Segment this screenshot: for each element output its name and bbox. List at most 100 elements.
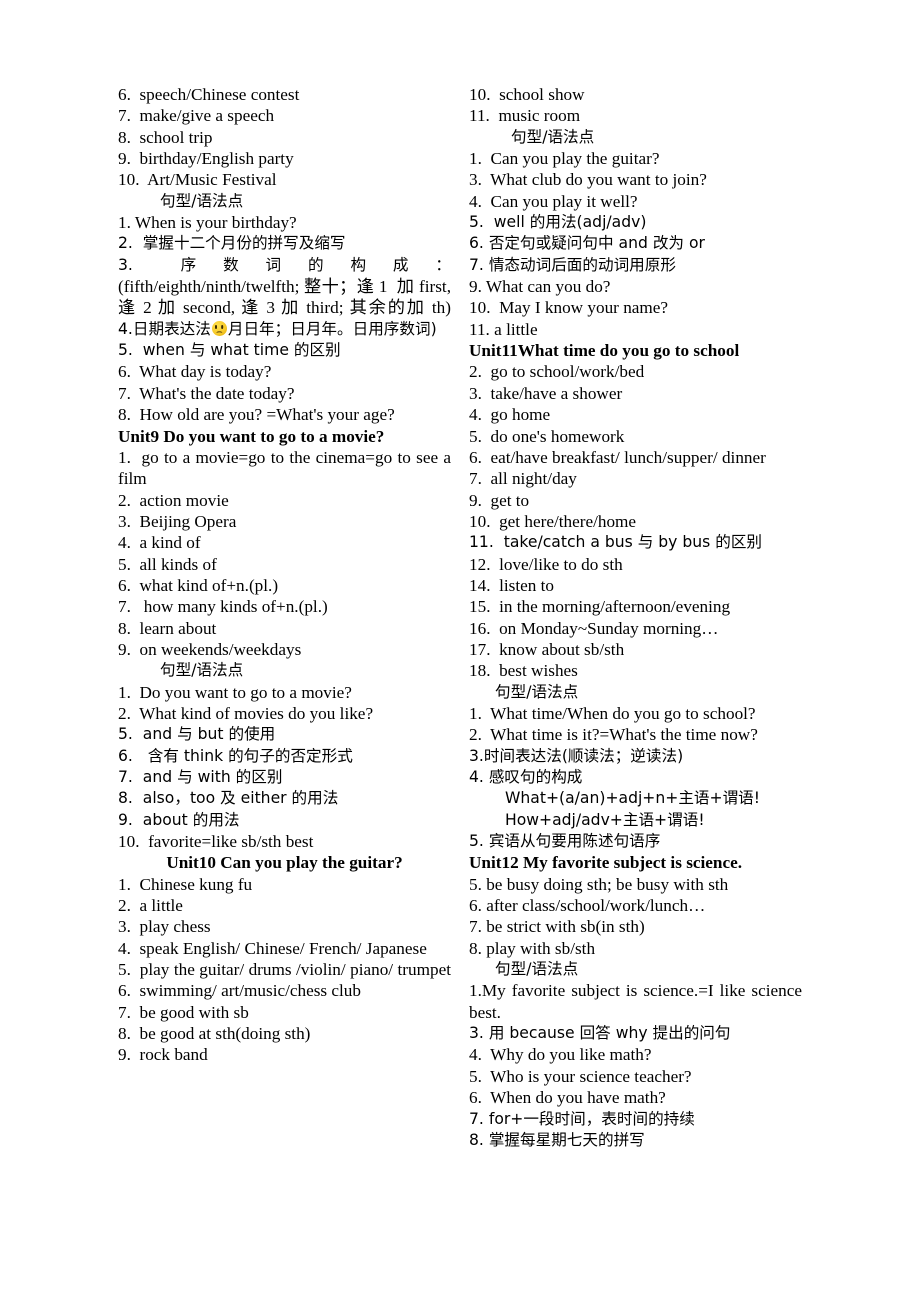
exclamation-pattern-how: How+adj/adv+主语+谓语! [505, 810, 705, 829]
list-item: 7. make/give a speech [118, 106, 275, 126]
list-item: 16. on Monday~Sunday morning… [469, 618, 719, 638]
list-item: 17. know about sb/sth [469, 639, 625, 659]
list-item: 4. Can you play it well? [469, 191, 638, 211]
list-item: 5. be busy doing sth; be busy with sth [469, 874, 729, 894]
date-rule-prefix: 4.日期表达法 [118, 319, 211, 338]
list-item: 7. 情态动词后面的动词用原形 [469, 255, 676, 274]
list-item: 4. speak English/ Chinese/ French/ Japan… [118, 938, 427, 958]
date-rule-suffix: 月日年；日月年。日用序数词) [227, 319, 437, 338]
list-item: 3. take/have a shower [469, 383, 623, 403]
list-item: 4. a kind of [118, 533, 201, 553]
list-item: 1. When is your birthday? [118, 213, 297, 233]
list-item: 11. music room [469, 106, 581, 126]
list-item: 18. best wishes [469, 661, 578, 681]
list-item: 5. all kinds of [118, 554, 217, 574]
grammar-section-label: 句型/语法点 [495, 682, 579, 701]
grammar-section-label: 句型/语法点 [160, 191, 244, 210]
list-item: 11. take/catch a bus 与 by bus 的区别 [469, 533, 763, 552]
list-item: 6. speech/Chinese contest [118, 85, 300, 104]
list-item: 14. listen to [469, 575, 554, 595]
list-item: 10. May I know your name? [469, 298, 669, 318]
unit10-heading: Unit10 Can you play the guitar? [166, 853, 403, 873]
list-item: 9. on weekends/weekdays [118, 639, 302, 659]
list-item: 7. for+一段时间，表时间的持续 [469, 1109, 695, 1128]
list-item: 3. Beijing Opera [118, 511, 237, 531]
list-item: 8. play with sb/sth [469, 938, 596, 958]
list-item: 3. play chess [118, 917, 211, 937]
list-item: 10. get here/there/home [469, 511, 637, 531]
list-item: 3. What club do you want to join? [469, 170, 707, 190]
unit9-heading: Unit9 Do you want to go to a movie? [118, 426, 385, 446]
list-item: 2. action movie [118, 490, 229, 510]
list-item: 9. get to [469, 490, 530, 510]
list-item: 8. also，too 及 either 的用法 [118, 789, 339, 808]
date-rule-line: 4.日期表达法 月日年；日月年。日用序数词) [118, 319, 451, 340]
list-item: 3.时间表达法(顺读法；逆读法) [469, 746, 684, 765]
list-item: 5. Who is your science teacher? [469, 1066, 692, 1086]
list-item: 4. Why do you like math? [469, 1045, 652, 1065]
list-item: 1. What time/When do you go to school? [469, 703, 756, 723]
list-item: 8. How old are you? =What's your age? [118, 405, 395, 425]
list-item: 1. Do you want to go to a movie? [118, 682, 352, 702]
list-item: 2. go to school/work/bed [469, 362, 645, 382]
list-item: 7. What's the date today? [118, 383, 295, 403]
list-item: 2. What time is it?=What's the time now? [469, 725, 758, 745]
list-item: 2. 掌握十二个月份的拼写及缩写 [118, 234, 346, 253]
list-item: 7. be strict with sb(in sth) [469, 917, 645, 937]
list-item: 6. after class/school/work/lunch… [469, 896, 706, 916]
list-item: 9. about 的用法 [118, 810, 240, 829]
grammar-section-label: 句型/语法点 [160, 661, 244, 680]
right-column: 10. school show 11. music room 句型/语法点 1.… [469, 84, 802, 1151]
list-item: 11. a little [469, 319, 538, 339]
list-item: 9. birthday/English party [118, 149, 294, 169]
list-item: 4. 感叹句的构成 [469, 768, 583, 786]
list-item: 9. rock band [118, 1045, 208, 1065]
exclamation-pattern-what: What+(a/an)+adj+n+主语+谓语! [505, 789, 761, 808]
two-column-body: 6. speech/Chinese contest 7. make/give a… [118, 84, 802, 1151]
unit12-heading: Unit12 My favorite subject is science. [469, 853, 743, 873]
list-item: 5. 宾语从句要用陈述句语序 [469, 832, 661, 851]
list-item: 6. swimming/ art/music/chess club [118, 981, 361, 1001]
list-item: 6. 含有 think 的句子的否定形式 [118, 746, 353, 765]
list-item: 8. learn about [118, 618, 217, 638]
list-item: 8. school trip [118, 127, 213, 147]
list-item: 5. and 与 but 的使用 [118, 725, 276, 744]
list-item: 2. a little [118, 896, 183, 916]
list-item: 3. 用 because 回答 why 提出的问句 [469, 1024, 731, 1043]
list-item: 15. in the morning/afternoon/evening [469, 597, 731, 617]
grammar-section-label: 句型/语法点 [511, 127, 595, 146]
list-item: 7. how many kinds of+n.(pl.) [118, 597, 328, 617]
list-item: 5. play the guitar/ drums /violin/ piano… [118, 960, 451, 980]
list-item: 9. What can you do? [469, 277, 611, 297]
ordinal-rule-header: 3. 序 数 词 的 构 成 ： [118, 255, 451, 274]
list-item: 7. all night/day [469, 469, 577, 489]
list-item: 4. go home [469, 405, 551, 425]
document-page: 6. speech/Chinese contest 7. make/give a… [0, 0, 920, 1302]
list-item: 6. what kind of+n.(pl.) [118, 575, 279, 595]
ordinal-rule-body: (fifth/eighth/ninth/twelfth; 整十；逢 1 加 fi… [118, 277, 456, 318]
list-item: 8. 掌握每星期七天的拼写 [469, 1130, 645, 1149]
grammar-section-label: 句型/语法点 [495, 960, 579, 979]
list-item: 10. school show [469, 85, 585, 104]
list-item: 1. go to a movie=go to the cinema=go to … [118, 447, 456, 489]
list-item: 6. eat/have breakfast/ lunch/supper/ din… [469, 447, 766, 467]
left-column: 6. speech/Chinese contest 7. make/give a… [118, 84, 451, 1151]
list-item: 10. Art/Music Festival [118, 170, 277, 190]
list-item: 1. Can you play the guitar? [469, 149, 660, 169]
list-item: 6. When do you have math? [469, 1088, 666, 1108]
list-item: 12. love/like to do sth [469, 554, 623, 574]
list-item: 8. be good at sth(doing sth) [118, 1024, 311, 1044]
list-item: 5. well 的用法(adj/adv) [469, 213, 647, 232]
unit11-heading: Unit11What time do you go to school [469, 341, 740, 361]
list-item: 5. when 与 what time 的区别 [118, 341, 341, 360]
list-item: 6. 否定句或疑问句中 and 改为 or [469, 234, 705, 253]
list-item: 7. be good with sb [118, 1002, 249, 1022]
list-item: 10. favorite=like sb/sth best [118, 832, 314, 852]
list-item: 1.My favorite subject is science.=I like… [469, 981, 807, 1022]
list-item: 5. do one's homework [469, 426, 625, 446]
list-item: 1. Chinese kung fu [118, 874, 253, 894]
list-item: 2. What kind of movies do you like? [118, 703, 374, 723]
list-item: 6. What day is today? [118, 362, 272, 382]
list-item: 7. and 与 with 的区别 [118, 768, 283, 786]
worried-face-emoji [211, 320, 227, 336]
